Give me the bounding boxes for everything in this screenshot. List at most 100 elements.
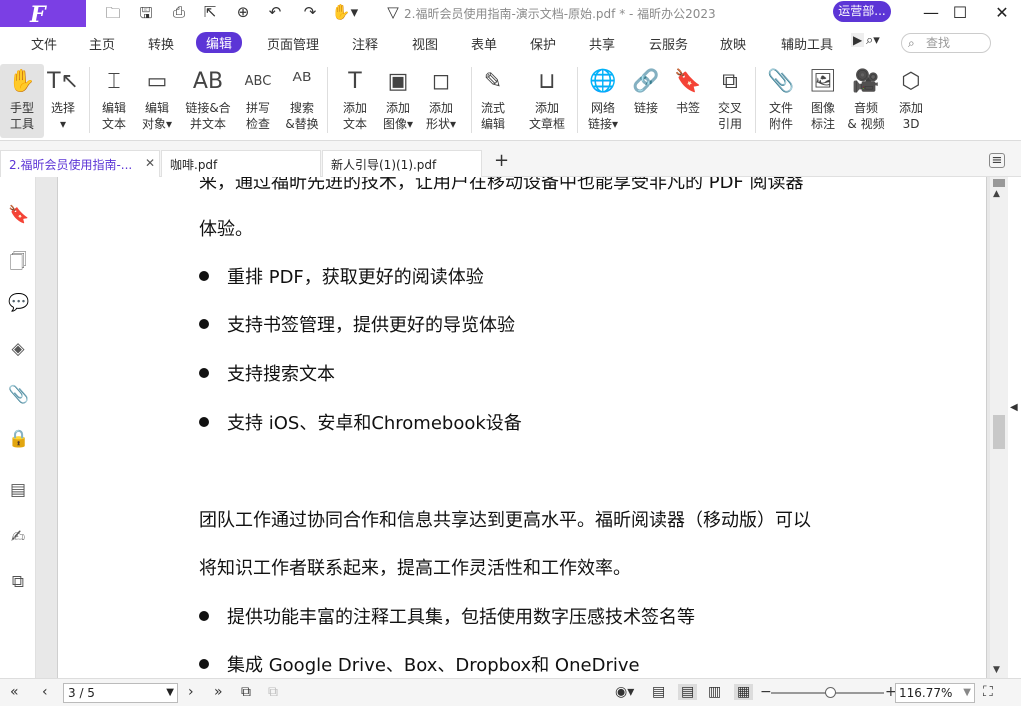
fullscreen-icon[interactable]: ⛶ [983, 684, 993, 700]
scroll-down-icon[interactable]: ▼ [993, 665, 1000, 675]
scrollbar-thumb[interactable] [993, 415, 1005, 449]
minimize-button[interactable]: — [916, 2, 946, 24]
tool-label: 编辑 对象▾ [141, 101, 173, 131]
collapse-right-panel-icon[interactable]: ◀ [1010, 402, 1018, 413]
select-tool-button[interactable]: T↖ 选择 ▾ [41, 64, 85, 138]
signature-icon[interactable]: ✍ [8, 527, 28, 547]
bullet-item: 支持搜索文本 [199, 360, 335, 386]
page-dropdown-icon[interactable]: ▼ [166, 684, 174, 702]
undo-icon[interactable]: ↶ [264, 3, 286, 23]
continuous-page-icon[interactable]: ▤ [678, 684, 698, 700]
bookmark-icon[interactable]: 🔖 [8, 205, 29, 225]
form-icon[interactable]: ▤ [8, 480, 28, 500]
bullet-icon [199, 271, 209, 281]
redo-icon[interactable]: ↷ [299, 3, 321, 23]
menu-item[interactable]: 辅助工具 [781, 34, 833, 53]
edit-text-tool-button[interactable]: ⌶ 编辑 文本 [92, 64, 136, 138]
bookmark-tool-button[interactable]: 🔖 书签 [666, 64, 710, 138]
menu-item[interactable]: 视图 [412, 34, 438, 53]
web-link-tool-button[interactable]: 🌐 网络 链接▾ [581, 64, 625, 138]
menu-active-item[interactable]: 编辑 [196, 32, 243, 53]
menu-item[interactable]: 页面管理 [267, 34, 319, 53]
attachment-icon[interactable]: 📎 [8, 385, 29, 405]
add-3d-tool-button[interactable]: ⬡ 添加 3D [889, 64, 933, 138]
tab-list-icon[interactable]: ≡ [989, 153, 1005, 168]
hand-dropdown-icon[interactable]: ✋▾ [330, 3, 360, 23]
tool-label: 添加 文章框 [528, 101, 565, 131]
doc-tab-active[interactable]: 2.福昕会员使用指南-... ✕ [0, 150, 160, 177]
title-bar: F 🗀 🖫 ⎙ ⇱ ⊕ ↶ ↷ ✋▾ ▽ 2.福昕会员使用指南-演示文档-原始.pdf * - … [0, 0, 1021, 28]
zoom-slider-knob[interactable] [824, 687, 836, 698]
menu-item[interactable]: 表单 [471, 34, 497, 53]
cross-reference-tool-button[interactable]: ⧉ 交叉 引用 [708, 64, 752, 138]
add-image-icon: ▣ [387, 69, 409, 94]
folder-icon[interactable]: 🗀 [102, 3, 124, 23]
image-annotation-tool-button[interactable]: 🖼 图像 标注 [801, 64, 845, 138]
menu-item[interactable]: 文件 [31, 34, 57, 53]
hand-tool-button[interactable]: ✋ 手型 工具 [0, 64, 44, 138]
previous-page-icon[interactable]: ‹ [42, 684, 48, 700]
file-attachment-tool-button[interactable]: 📎 文件 附件 [759, 64, 803, 138]
search-replace-tool-button[interactable]: ᴬᴮ 搜索 &替换 [280, 64, 324, 138]
vertical-scrollbar[interactable]: ▲ ▼ [990, 177, 1008, 678]
link-tool-button[interactable]: 🔗 链接 [624, 64, 668, 138]
export-icon[interactable]: ⇱ [199, 3, 221, 23]
document-viewer[interactable]: 来，通过福昕先进的技术，让用户在移动设备中也能享受非凡的 PDF 阅读器 体验。… [36, 177, 990, 678]
zoom-dropdown-icon[interactable]: ▼ [963, 684, 971, 702]
user-account-button[interactable]: 运营部... [833, 1, 891, 22]
doc-tab[interactable]: 新人引导(1)(1).pdf [322, 150, 482, 177]
comment-icon[interactable]: 💬 [8, 293, 29, 313]
bullet-item: 重排 PDF，获取更好的阅读体验 [199, 263, 484, 289]
menu-item[interactable]: 注释 [352, 34, 378, 53]
maximize-button[interactable]: ☐ [945, 2, 975, 24]
continuous-facing-icon[interactable]: ▦ [734, 684, 754, 700]
paragraph-line: 体验。 [199, 219, 253, 240]
layers-icon[interactable]: ◈ [8, 339, 28, 359]
search-input[interactable]: ⌕ 查找 [901, 33, 991, 53]
security-icon[interactable]: 🔒 [8, 429, 29, 449]
first-page-icon[interactable]: « [10, 684, 19, 700]
add-shape-tool-button[interactable]: ◻ 添加 形状▾ [419, 64, 463, 138]
last-page-icon[interactable]: » [214, 684, 223, 700]
flow-edit-tool-button[interactable]: ✎ 流式 编辑 [471, 64, 515, 138]
article-box-tool-button[interactable]: ⊔ 添加 文章框 [525, 64, 569, 138]
new-icon[interactable]: ⊕ [232, 3, 254, 23]
read-mode-icon[interactable]: ◉▾ [615, 684, 634, 700]
zoom-out-icon[interactable]: − [760, 684, 772, 700]
print-icon[interactable]: ⎙ [168, 3, 190, 23]
page-number-input[interactable]: 3 / 5 ▼ [63, 683, 178, 703]
facing-page-icon[interactable]: ▥ [708, 684, 721, 700]
close-button[interactable]: ✕ [987, 2, 1017, 24]
zoom-slider[interactable] [771, 687, 884, 698]
scroll-up-icon[interactable]: ▲ [993, 189, 1000, 199]
pages-icon[interactable]: 🗍 [8, 249, 28, 272]
link-icon: 🔗 [632, 69, 660, 94]
tool-label: 流式 编辑 [480, 101, 505, 131]
menu-item[interactable]: 主页 [89, 34, 115, 53]
close-tab-icon[interactable]: ✕ [145, 156, 155, 170]
audio-video-tool-button[interactable]: 🎥 音频 & 视频 [844, 64, 888, 138]
previous-view-icon[interactable]: ⧉ [241, 684, 251, 700]
menu-item[interactable]: 放映 [720, 34, 746, 53]
find-mode-icon[interactable]: ⌕▾ [866, 33, 880, 48]
add-image-tool-button[interactable]: ▣ 添加 图像▾ [376, 64, 420, 138]
add-text-tool-button[interactable]: T 添加 文本 [333, 64, 377, 138]
customize-icon[interactable]: ▽ [382, 3, 404, 23]
compare-icon[interactable]: ⧉ [8, 572, 28, 592]
menu-item[interactable]: 转换 [148, 34, 174, 53]
menu-item[interactable]: 保护 [530, 34, 556, 53]
single-page-icon[interactable]: ▤ [652, 684, 665, 700]
menu-item[interactable]: 云服务 [649, 34, 688, 53]
doc-tab[interactable]: 咖啡.pdf [161, 150, 321, 177]
new-tab-icon[interactable]: + [494, 150, 509, 171]
next-page-icon[interactable]: › [188, 684, 194, 700]
spell-check-tool-button[interactable]: ABC 拼写 检查 [236, 64, 280, 138]
menu-more-icon[interactable]: ▶ [851, 33, 865, 47]
menu-item[interactable]: 共享 [589, 34, 615, 53]
link-merge-text-tool-button[interactable]: AB 链接&合 并文本 [182, 64, 234, 138]
edit-object-tool-button[interactable]: ▭ 编辑 对象▾ [135, 64, 179, 138]
save-icon[interactable]: 🖫 [135, 3, 157, 23]
zoom-input[interactable]: 116.77% ▼ [895, 683, 975, 703]
app-logo[interactable]: F [0, 0, 86, 28]
next-view-icon[interactable]: ⧉ [268, 684, 278, 700]
